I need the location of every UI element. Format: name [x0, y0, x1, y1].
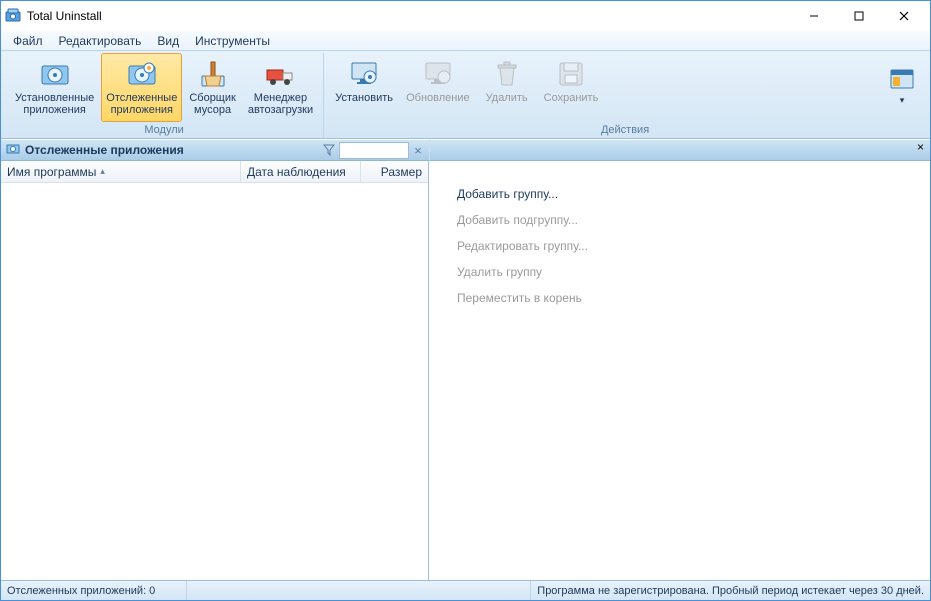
- column-name[interactable]: Имя программы: [1, 161, 241, 182]
- broom-icon: [197, 58, 229, 90]
- update-button: Обновление: [401, 53, 475, 122]
- button-label: Обновление: [406, 92, 470, 104]
- maximize-button[interactable]: [836, 2, 881, 30]
- column-date[interactable]: Дата наблюдения: [241, 161, 361, 182]
- add-group-item[interactable]: Добавить группу...: [457, 181, 930, 207]
- disc-box-icon: [39, 58, 71, 90]
- list-body: [1, 183, 428, 580]
- edit-group-item: Редактировать группу...: [457, 233, 930, 259]
- delete-group-item: Удалить группу: [457, 259, 930, 285]
- menu-bar: Файл Редактировать Вид Инструменты: [1, 31, 930, 51]
- group-label: Модули: [144, 122, 183, 138]
- trash-icon: [491, 58, 523, 90]
- panel-header-right: ×: [429, 139, 930, 161]
- program-list-pane: Имя программы Дата наблюдения Размер: [1, 161, 429, 580]
- title-bar: Total Uninstall: [1, 1, 930, 31]
- button-label: Сборщик мусора: [189, 92, 236, 116]
- view-options-button[interactable]: ▾: [882, 53, 922, 122]
- autorun-manager-button[interactable]: Менеджер автозагрузки: [243, 53, 318, 122]
- add-subgroup-item: Добавить подгруппу...: [457, 207, 930, 233]
- panel-title: Отслеженные приложения: [25, 143, 321, 157]
- status-empty: [187, 581, 531, 600]
- monitored-apps-button[interactable]: Отслеженные приложения: [101, 53, 182, 122]
- menu-edit[interactable]: Редактировать: [51, 32, 150, 50]
- window-controls: [791, 2, 926, 30]
- install-button[interactable]: Установить: [329, 53, 399, 122]
- ribbon-group-modules: Установленные приложения Отслеженные при…: [5, 53, 324, 138]
- menu-file[interactable]: Файл: [5, 32, 51, 50]
- ribbon-toolbar: Установленные приложения Отслеженные при…: [1, 51, 930, 139]
- truck-icon: [264, 58, 296, 90]
- monitor-disc-icon: [348, 58, 380, 90]
- button-label: Установленные приложения: [15, 92, 94, 116]
- status-count: Отслеженных приложений: 0: [1, 581, 187, 600]
- window-icon: [890, 69, 914, 89]
- installed-apps-button[interactable]: Установленные приложения: [10, 53, 99, 122]
- button-label: Удалить: [486, 92, 528, 104]
- close-button[interactable]: [881, 2, 926, 30]
- button-label: Отслеженные приложения: [106, 92, 177, 116]
- floppy-icon: [555, 58, 587, 90]
- panel-close-button[interactable]: ×: [917, 140, 930, 160]
- monitor-disc-icon: [126, 58, 158, 90]
- monitor-icon: [5, 142, 21, 158]
- panel-header-left: Отслеженные приложения ×: [1, 139, 429, 161]
- list-header: Имя программы Дата наблюдения Размер: [1, 161, 428, 183]
- group-label: Действия: [601, 122, 649, 138]
- menu-tools[interactable]: Инструменты: [187, 32, 278, 50]
- content-area: Имя программы Дата наблюдения Размер Доб…: [1, 161, 930, 580]
- minimize-button[interactable]: [791, 2, 836, 30]
- status-bar: Отслеженных приложений: 0 Программа не з…: [1, 580, 930, 600]
- move-root-item: Переместить в корень: [457, 285, 930, 311]
- window-title: Total Uninstall: [27, 9, 791, 23]
- ribbon-group-actions: Установить Обновление Удалить Сохранить …: [324, 53, 926, 138]
- button-label: Сохранить: [544, 92, 599, 104]
- column-size[interactable]: Размер: [361, 161, 428, 182]
- menu-view[interactable]: Вид: [149, 32, 187, 50]
- details-pane: Добавить группу... Добавить подгруппу...…: [429, 161, 930, 580]
- status-trial: Программа не зарегистрирована. Пробный п…: [531, 581, 930, 600]
- group-actions-menu: Добавить группу... Добавить подгруппу...…: [429, 161, 930, 311]
- app-icon: [5, 8, 21, 24]
- funnel-icon[interactable]: [321, 142, 337, 158]
- chevron-down-icon: ▾: [900, 95, 905, 106]
- clear-filter-button[interactable]: ×: [411, 143, 425, 158]
- save-button: Сохранить: [539, 53, 604, 122]
- button-label: Менеджер автозагрузки: [248, 92, 313, 116]
- button-label: Установить: [335, 92, 393, 104]
- cleaner-button[interactable]: Сборщик мусора: [184, 53, 241, 122]
- delete-button: Удалить: [477, 53, 537, 122]
- filter-input[interactable]: [339, 142, 409, 159]
- monitor-refresh-icon: [422, 58, 454, 90]
